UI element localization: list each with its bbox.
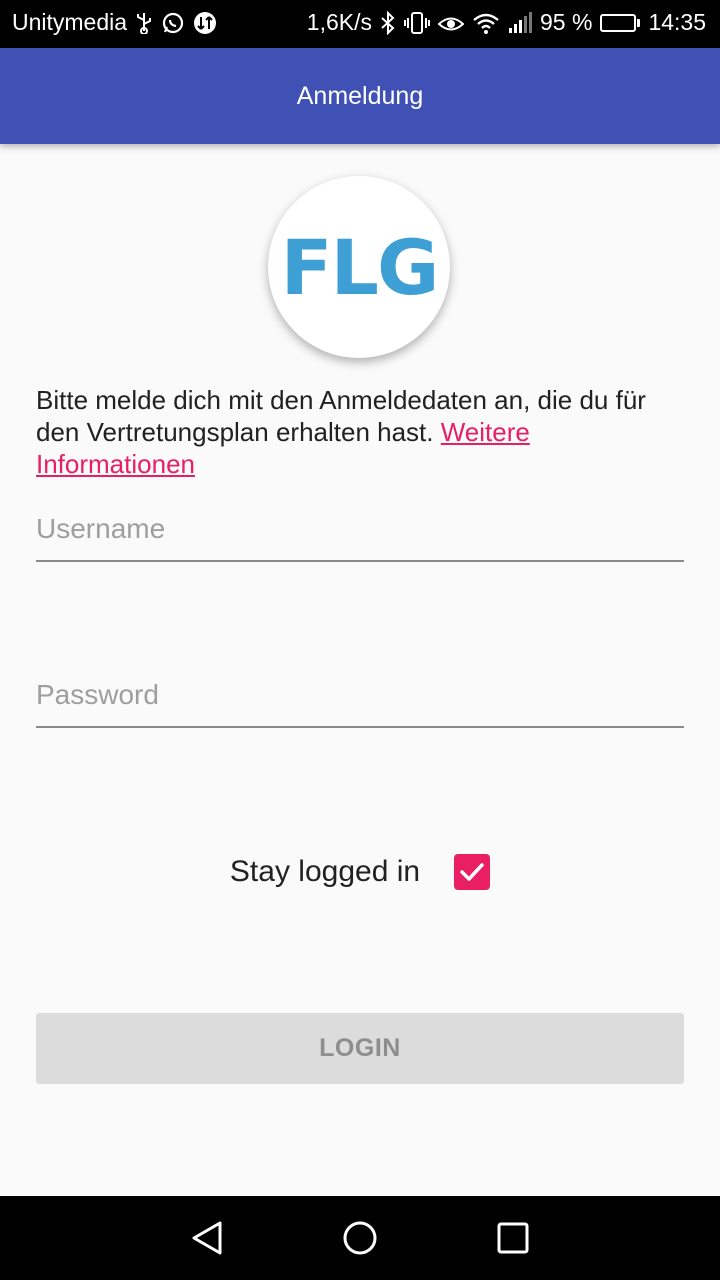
usb-icon [135,12,153,34]
clock: 14:35 [648,9,706,35]
network-speed: 1,6K/s [306,9,372,35]
whatsapp-icon [161,11,185,35]
stay-logged-in-label: Stay logged in [229,855,421,888]
password-input[interactable] [36,668,684,726]
recents-icon[interactable] [489,1214,537,1262]
status-bar: Unitymedia 1,6K/s 95 % 14:35 [0,0,720,48]
login-button[interactable]: LOGIN [36,1013,684,1084]
navigation-bar [0,1196,720,1280]
app-bar-title: Anmeldung [296,81,424,110]
battery-percent: 95 % [540,9,593,35]
eye-comfort-icon [438,12,464,34]
info-text: Bitte melde dich mit den Anmeldedaten an… [36,385,646,447]
back-icon[interactable] [183,1214,231,1262]
password-field[interactable] [36,668,684,728]
download-notification-icon [193,11,217,35]
status-left: Unitymedia [12,9,217,36]
app-bar: Anmeldung [0,48,720,144]
wifi-icon [472,12,500,34]
school-logo: FLG [268,176,450,358]
signal-icon [508,11,532,34]
username-field[interactable] [36,502,684,562]
stay-logged-in-row: Stay logged in [0,854,720,890]
stay-logged-in-checkbox[interactable] [454,854,491,890]
username-input[interactable] [36,502,684,560]
checkmark-icon [460,863,484,881]
carrier-label: Unitymedia [12,9,128,35]
login-info-text: Bitte melde dich mit den Anmeldedaten an… [36,384,684,480]
status-right: 1,6K/s 95 % 14:35 [307,9,706,36]
battery-icon [600,13,641,32]
home-icon[interactable] [336,1214,384,1262]
bluetooth-icon [380,10,396,35]
logo-text: FLG [280,222,440,312]
vibrate-icon [404,11,430,35]
